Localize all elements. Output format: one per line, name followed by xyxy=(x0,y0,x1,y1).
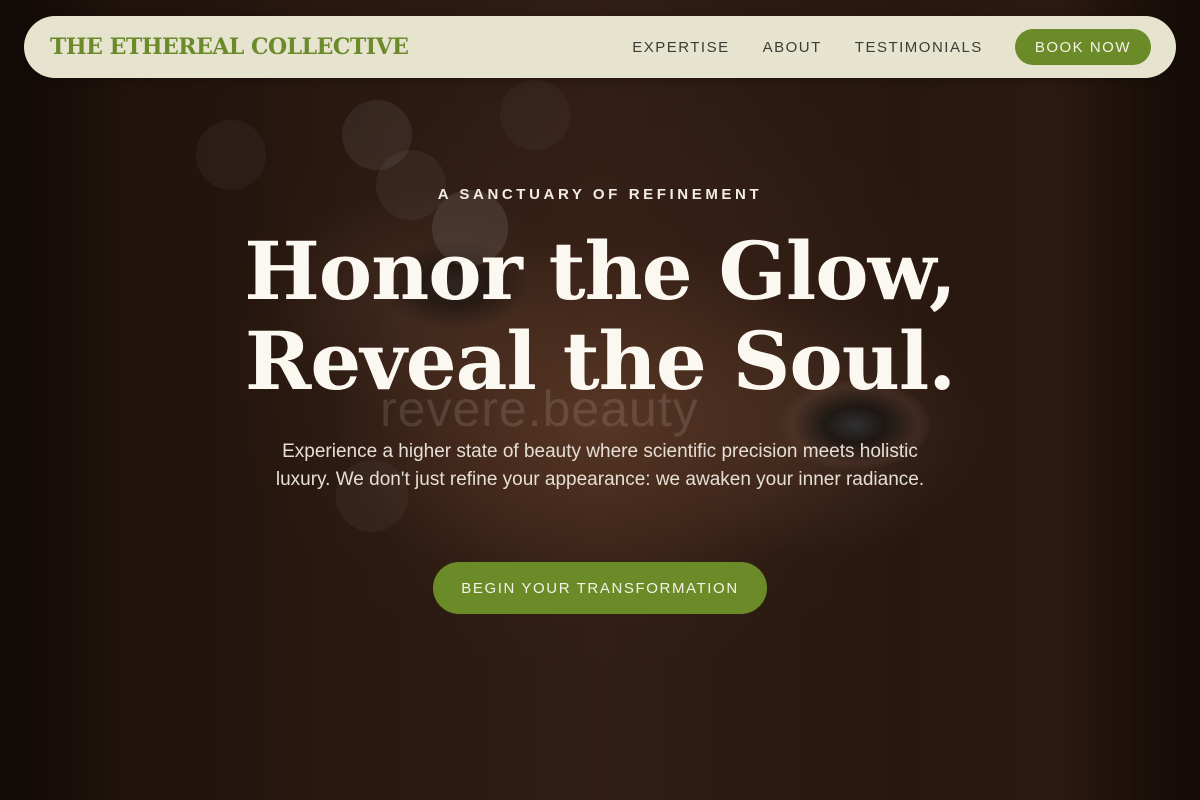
begin-transformation-button[interactable]: BEGIN YOUR TRANSFORMATION xyxy=(433,562,767,614)
hero-headline: Honor the Glow, Reveal the Soul. xyxy=(0,226,1200,406)
hero-eyebrow: A SANCTUARY OF REFINEMENT xyxy=(437,186,763,203)
hero-headline-line-2: Reveal the Soul. xyxy=(244,314,956,408)
hero-section: A SANCTUARY OF REFINEMENT Honor the Glow… xyxy=(0,0,1200,800)
hero-subtext: Experience a higher state of beauty wher… xyxy=(275,441,925,490)
hero-headline-line-1: Honor the Glow, xyxy=(244,224,957,318)
